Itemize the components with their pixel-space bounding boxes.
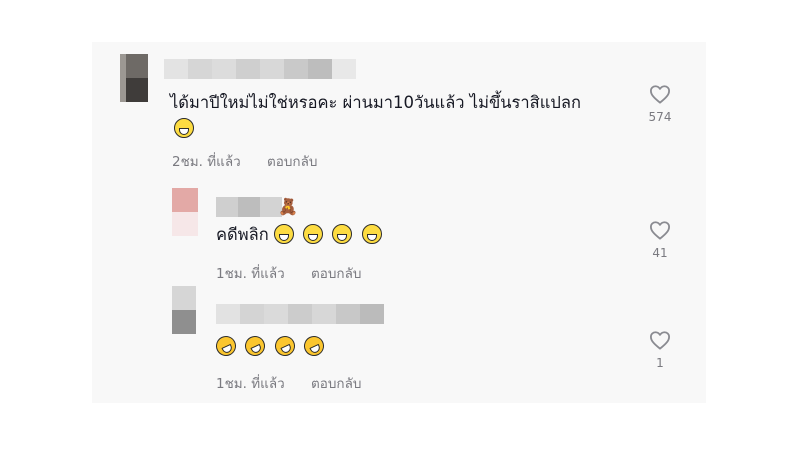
like-group: 1 [640,330,680,370]
reply-item: 1ชม. ที่แล้ว ตอบกลับ 1 [92,282,706,402]
reply-item: 🧸 คดีพลิก 1ชม. ที่แล้ว ตอบกลับ 41 [92,182,706,292]
comment-meta: 1ชม. ที่แล้ว ตอบกลับ [216,262,361,284]
username-badge: 🧸 [278,194,298,221]
grinning-squinting-face-icon [332,224,353,244]
rolling-on-floor-laughing-icon [212,332,240,360]
avatar[interactable] [120,54,148,102]
comment-text-content: คดีพลิก [216,225,269,244]
grinning-squinting-face-icon [174,118,194,138]
grinning-squinting-face-icon [303,224,324,244]
avatar[interactable] [172,286,196,334]
comment-meta: 1ชม. ที่แล้ว ตอบกลับ [216,372,361,394]
heart-icon[interactable] [649,220,671,240]
heart-icon[interactable] [649,84,671,104]
username-blurred[interactable] [216,304,384,324]
comment-item: ได้มาปีใหม่ไม่ใช่หรอคะ ผ่านมา10วันแล้ว ไ… [92,42,706,172]
comment-time: 2ชม. ที่แล้ว [172,154,241,170]
rolling-on-floor-laughing-icon [271,332,298,360]
comment-time: 1ชม. ที่แล้ว [216,376,285,392]
rolling-on-floor-laughing-icon [300,332,328,360]
username-blurred[interactable] [164,59,356,79]
comments-panel: ได้มาปีใหม่ไม่ใช่หรอคะ ผ่านมา10วันแล้ว ไ… [92,42,706,403]
reply-button[interactable]: ตอบกลับ [311,266,361,282]
grinning-squinting-face-icon [361,224,382,244]
comment-meta: 2ชม. ที่แล้ว ตอบกลับ [172,150,317,172]
like-count: 574 [648,110,672,124]
comment-time: 1ชม. ที่แล้ว [216,266,285,282]
comment-text-content: ได้มาปีใหม่ไม่ใช่หรอคะ ผ่านมา10วันแล้ว ไ… [170,93,581,112]
teddy-bear-icon: 🧸 [278,197,298,216]
like-group: 574 [640,84,680,124]
heart-icon[interactable] [649,330,671,350]
reply-button[interactable]: ตอบกลับ [311,376,361,392]
grinning-squinting-face-icon [273,224,294,244]
comment-text [212,332,328,360]
like-group: 41 [640,220,680,260]
avatar[interactable] [172,188,198,236]
like-count: 41 [652,246,668,260]
like-count: 1 [656,356,664,370]
reply-button[interactable]: ตอบกลับ [267,154,317,170]
comment-text: คดีพลิก [216,222,386,248]
rolling-on-floor-laughing-icon [241,332,269,360]
username-blurred[interactable] [216,197,282,217]
comment-emoji-row [174,116,198,142]
comment-text: ได้มาปีใหม่ไม่ใช่หรอคะ ผ่านมา10วันแล้ว ไ… [170,90,581,116]
